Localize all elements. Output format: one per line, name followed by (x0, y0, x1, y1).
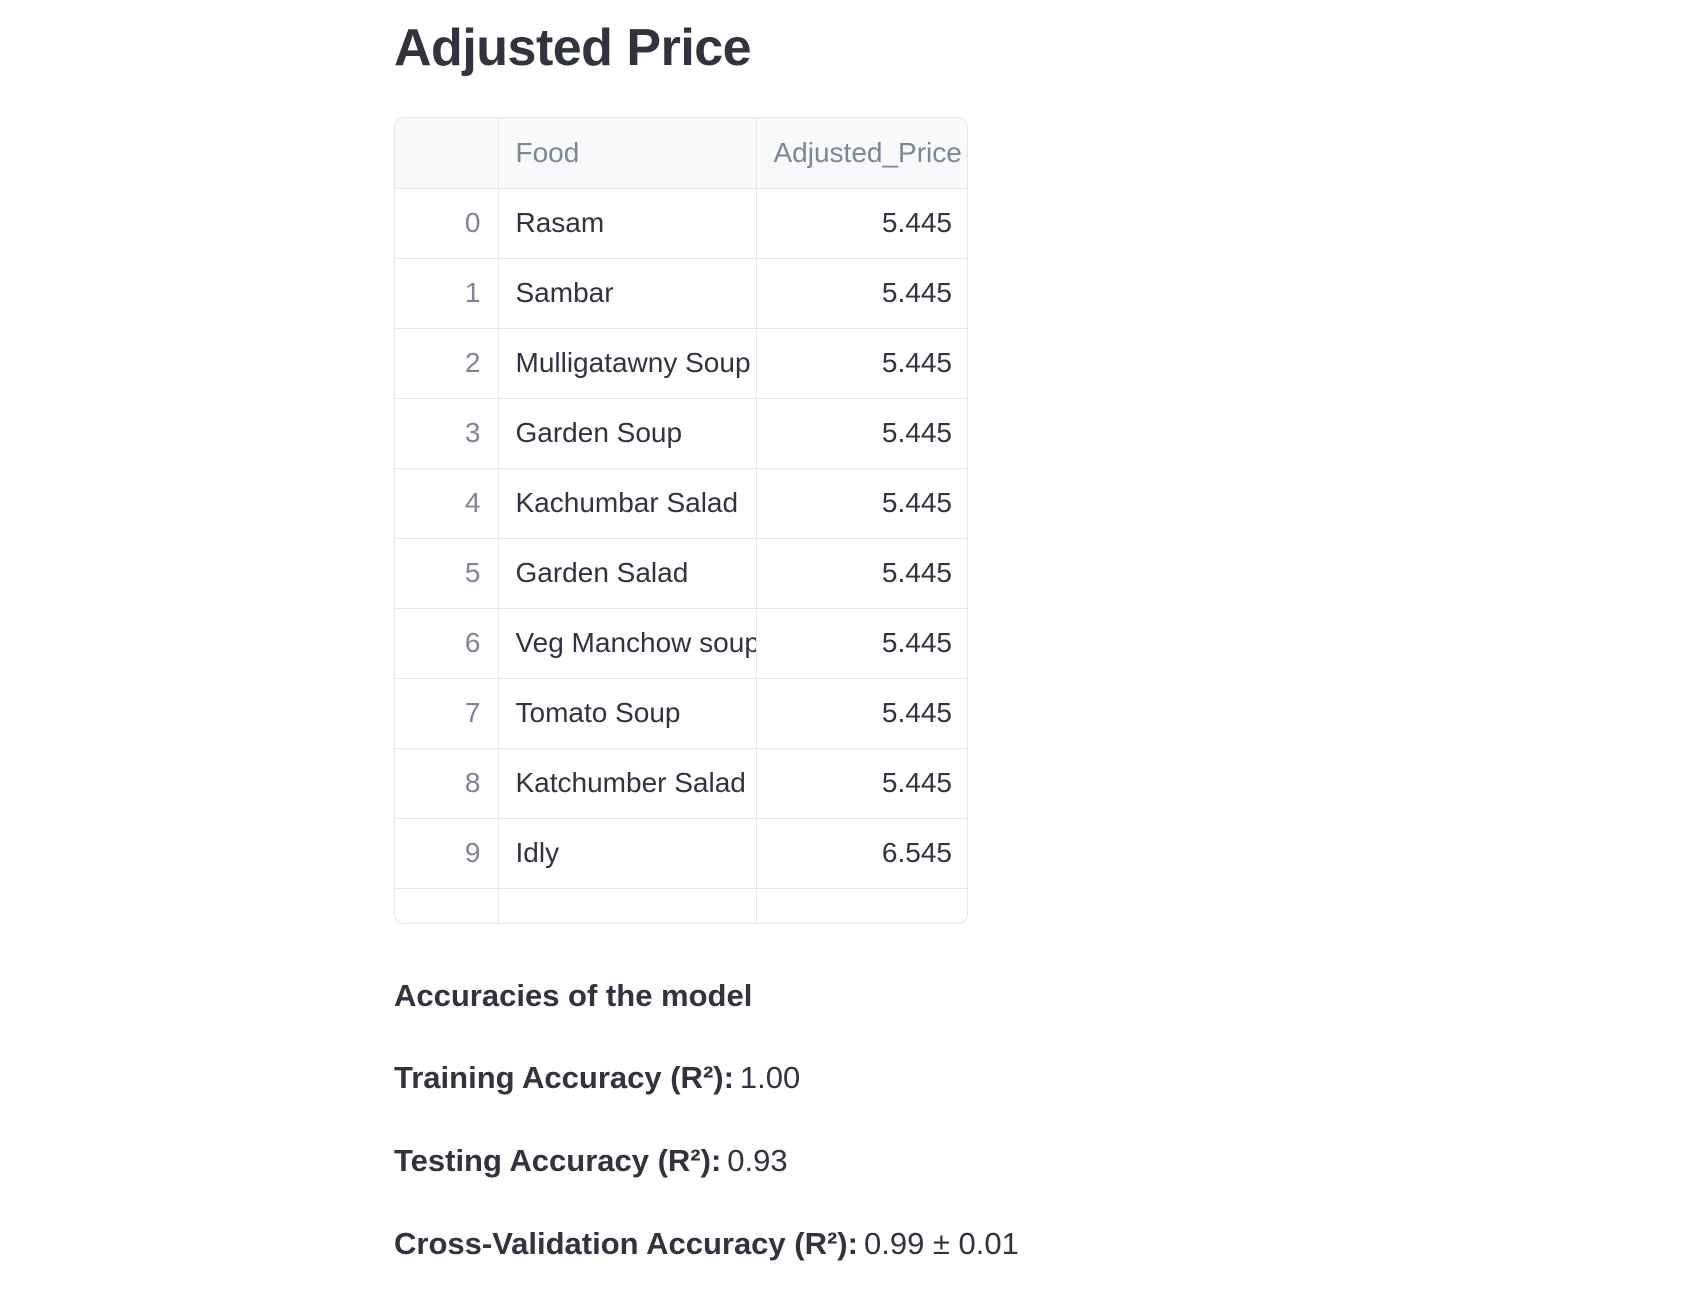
food-cell[interactable]: Veg Manchow soup (498, 608, 757, 679)
food-cell[interactable]: Katchumber Salad (498, 748, 757, 819)
adjusted-price-cell[interactable]: 5.445 (756, 538, 967, 609)
food-cell[interactable]: Rasam (498, 188, 757, 259)
data-table: Food Adjusted_Price 0 Rasam 5.445 1 Sambar 5.… (395, 118, 967, 923)
training-accuracy: Training Accuracy (R²): 1.00 (394, 1060, 800, 1096)
food-cell[interactable]: Tomato Soup (498, 678, 757, 749)
adjusted-price-cell[interactable]: 5.445 (756, 468, 967, 539)
adjusted-price-cell[interactable]: 5.445 (756, 258, 967, 329)
table-row[interactable]: 7 Tomato Soup 5.445 (395, 678, 967, 749)
food-cell[interactable]: Idly (498, 818, 757, 889)
table-header-row: Food Adjusted_Price (395, 118, 967, 189)
food-cell[interactable]: Kachumbar Salad (498, 468, 757, 539)
row-index-cell[interactable]: 0 (395, 188, 499, 259)
column-header-food[interactable]: Food (498, 118, 757, 189)
training-accuracy-label: Training Accuracy (R²): (394, 1060, 734, 1095)
empty-cell[interactable] (498, 888, 757, 923)
table-row[interactable]: 6 Veg Manchow soup 5.445 (395, 608, 967, 679)
food-cell[interactable]: Sambar (498, 258, 757, 329)
food-cell[interactable]: Mulligatawny Soup (498, 328, 757, 399)
cross-validation-accuracy: Cross-Validation Accuracy (R²): 0.99 ± 0.… (394, 1226, 1019, 1262)
column-header-index[interactable] (395, 118, 499, 189)
table-row[interactable]: 9 Idly 6.545 (395, 818, 967, 889)
adjusted-price-cell[interactable]: 6.545 (756, 818, 967, 889)
food-cell[interactable]: Garden Soup (498, 398, 757, 469)
table-row[interactable]: 0 Rasam 5.445 (395, 188, 967, 259)
adjusted-price-cell[interactable]: 5.445 (756, 328, 967, 399)
adjusted-price-dataframe[interactable]: Food Adjusted_Price 0 Rasam 5.445 1 Sambar 5.… (394, 117, 968, 924)
table-row[interactable]: 3 Garden Soup 5.445 (395, 398, 967, 469)
testing-accuracy: Testing Accuracy (R²): 0.93 (394, 1143, 788, 1179)
column-header-adjusted-price[interactable]: Adjusted_Price (756, 118, 967, 189)
row-index-cell[interactable]: 3 (395, 398, 499, 469)
row-index-cell[interactable]: 9 (395, 818, 499, 889)
adjusted-price-cell[interactable]: 5.445 (756, 678, 967, 749)
empty-cell[interactable] (756, 888, 967, 923)
table-row[interactable]: 2 Mulligatawny Soup 5.445 (395, 328, 967, 399)
row-index-cell[interactable]: 5 (395, 538, 499, 609)
table-row[interactable]: 5 Garden Salad 5.445 (395, 538, 967, 609)
row-index-cell[interactable]: 4 (395, 468, 499, 539)
row-index-cell[interactable]: 2 (395, 328, 499, 399)
accuracy-heading: Accuracies of the model (394, 978, 753, 1013)
training-accuracy-value: 1.00 (739, 1060, 801, 1095)
food-cell[interactable]: Garden Salad (498, 538, 757, 609)
adjusted-price-cell[interactable]: 5.445 (756, 398, 967, 469)
cv-accuracy-value: 0.99 ± 0.01 (863, 1226, 1019, 1261)
table-row[interactable]: 1 Sambar 5.445 (395, 258, 967, 329)
cv-accuracy-label: Cross-Validation Accuracy (R²): (394, 1226, 858, 1261)
testing-accuracy-label: Testing Accuracy (R²): (394, 1143, 722, 1178)
empty-cell[interactable] (395, 888, 499, 923)
table-row[interactable]: 4 Kachumbar Salad 5.445 (395, 468, 967, 539)
adjusted-price-cell[interactable]: 5.445 (756, 608, 967, 679)
testing-accuracy-value: 0.93 (727, 1143, 788, 1178)
row-index-cell[interactable]: 7 (395, 678, 499, 749)
row-index-cell[interactable]: 8 (395, 748, 499, 819)
row-index-cell[interactable]: 6 (395, 608, 499, 679)
page-title: Adjusted Price (394, 19, 752, 77)
adjusted-price-cell[interactable]: 5.445 (756, 748, 967, 819)
adjusted-price-cell[interactable]: 5.445 (756, 188, 967, 259)
table-row[interactable]: 8 Katchumber Salad 5.445 (395, 748, 967, 819)
row-index-cell[interactable]: 1 (395, 258, 499, 329)
table-row-partial[interactable] (395, 888, 967, 923)
